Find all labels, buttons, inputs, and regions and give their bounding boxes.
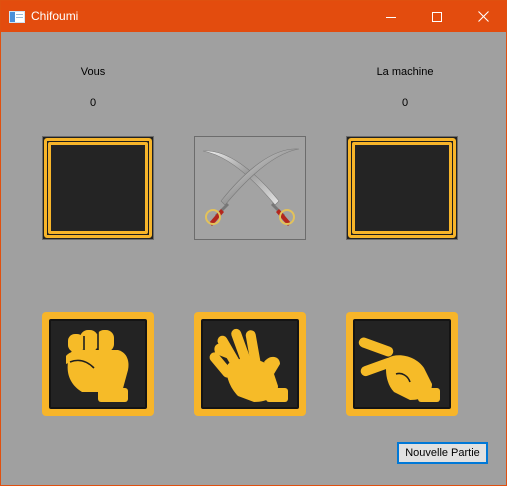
machine-score: 0: [401, 97, 409, 109]
player-choice-display: [48, 142, 148, 234]
player-score: 0: [89, 97, 97, 109]
new-game-button[interactable]: Nouvelle Partie: [397, 442, 488, 464]
player-label: Vous: [80, 66, 106, 78]
window-title: Chifoumi: [31, 9, 79, 23]
scissors-button[interactable]: [346, 312, 458, 416]
rock-button[interactable]: [42, 312, 154, 416]
minimize-icon: [386, 16, 396, 18]
crossed-swords-icon: [202, 148, 300, 226]
machine-choice-slot: [346, 136, 458, 240]
app-icon: [9, 10, 25, 23]
minimize-button[interactable]: [368, 1, 414, 32]
versus-panel: [194, 136, 306, 240]
title-bar[interactable]: Chifoumi: [1, 1, 506, 32]
player-choice-slot: [42, 136, 154, 240]
machine-choice-display: [352, 142, 452, 234]
scissors-hand-icon: [358, 337, 440, 402]
chifoumi-window: Chifoumi Vous 0 La machine 0 Nouvelle Pa…: [0, 0, 507, 486]
paper-hand-icon: [209, 328, 288, 402]
maximize-button[interactable]: [414, 1, 460, 32]
paper-button[interactable]: [194, 312, 306, 416]
machine-label: La machine: [376, 66, 434, 78]
close-button[interactable]: [460, 1, 506, 32]
close-icon: [477, 11, 489, 22]
rock-fist-icon: [66, 330, 129, 402]
maximize-icon: [432, 11, 442, 22]
